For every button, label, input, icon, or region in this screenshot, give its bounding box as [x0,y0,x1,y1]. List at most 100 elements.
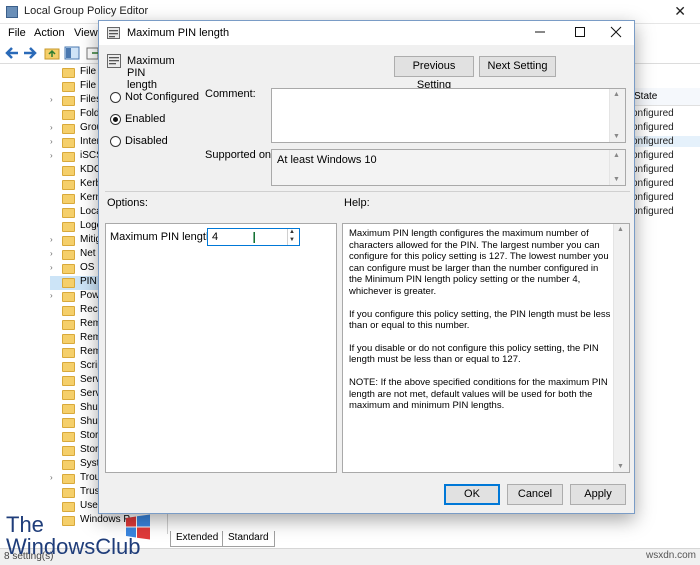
folder-icon [62,488,75,498]
folder-icon [62,348,75,358]
editor-title: Local Group Policy Editor [24,5,149,17]
policy-setting-icon [107,54,121,68]
up-folder-icon[interactable] [44,46,60,60]
folder-icon [62,432,75,442]
minimize-icon[interactable] [533,25,547,39]
folder-icon [62,334,75,344]
state-cell: onfigured [632,206,674,217]
menu-view[interactable]: View [74,27,98,39]
cancel-button[interactable]: Cancel [507,484,563,505]
column-header-state[interactable]: State [628,88,700,106]
state-cell: onfigured [632,136,700,147]
folder-icon [62,208,75,218]
divider [105,191,630,192]
state-cell: onfigured [632,108,674,119]
comment-scrollbar[interactable]: ▲ ▼ [609,89,625,142]
scroll-up-icon[interactable]: ▲ [617,226,624,233]
scroll-down-icon[interactable]: ▼ [613,133,620,140]
help-panel[interactable]: Maximum PIN length configures the maximu… [342,223,630,473]
previous-setting-button[interactable]: Previous Setting [394,56,474,91]
folder-icon [62,390,75,400]
options-panel: Maximum PIN length 4 I ▲ ▼ [105,223,337,473]
folder-icon [62,474,75,484]
forward-arrow-icon[interactable] [22,46,38,60]
folder-icon [62,68,75,78]
close-icon[interactable] [609,25,623,39]
folder-icon [62,362,75,372]
radio-circle[interactable] [110,136,121,147]
windows-logo-icon [126,514,150,540]
view-tabs: Extended Standard [168,530,700,548]
folder-icon [62,320,75,330]
expand-chevron-icon[interactable]: › [50,151,53,160]
supported-on-field: At least Windows 10 ▲ ▼ [271,149,626,186]
supported-scrollbar[interactable]: ▲ ▼ [609,150,625,185]
folder-icon [62,418,75,428]
folder-icon [62,250,75,260]
expand-chevron-icon[interactable]: › [50,137,53,146]
radio-circle[interactable] [110,92,121,103]
folder-icon [62,404,75,414]
scroll-up-icon[interactable]: ▲ [613,91,620,98]
expand-chevron-icon[interactable]: › [50,291,53,300]
options-label: Options: [107,197,148,209]
folder-icon [62,124,75,134]
state-cell: onfigured [632,164,674,175]
folder-icon [62,82,75,92]
editor-close-icon[interactable]: ✕ [674,3,686,20]
policy-editor-icon [6,6,18,18]
folder-icon [62,446,75,456]
show-hide-tree-icon[interactable] [64,46,80,60]
expand-chevron-icon[interactable]: › [50,95,53,104]
scroll-down-icon[interactable]: ▼ [613,176,620,183]
maximize-icon[interactable] [573,25,587,39]
apply-button[interactable]: Apply [570,484,626,505]
help-scrollbar[interactable]: ▲ ▼ [613,224,629,472]
folder-icon [62,194,75,204]
help-label: Help: [344,197,370,209]
tab-extended[interactable]: Extended [170,531,225,547]
folder-icon [62,110,75,120]
folder-icon [62,236,75,246]
max-pin-length-spinner[interactable]: 4 I ▲ ▼ [207,228,300,247]
text-cursor-icon: I [252,229,257,247]
menu-action[interactable]: Action [34,27,65,39]
spin-down-icon[interactable]: ▼ [289,237,295,243]
folder-icon [62,152,75,162]
policy-setting-icon [107,27,120,39]
menu-file[interactable]: File [8,27,26,39]
state-cell: onfigured [632,150,674,161]
max-pin-length-value: 4 [212,231,219,243]
folder-icon [62,222,75,232]
expand-chevron-icon[interactable]: › [50,235,53,244]
expand-chevron-icon[interactable]: › [50,123,53,132]
option-field-label: Maximum PIN length [110,231,213,243]
scroll-down-icon[interactable]: ▼ [617,463,624,470]
spinner-buttons[interactable]: ▲ ▼ [287,229,299,245]
supported-on-value: At least Windows 10 [277,154,377,166]
expand-chevron-icon[interactable]: › [50,263,53,272]
folder-icon [62,502,75,512]
next-setting-button[interactable]: Next Setting [479,56,556,77]
spin-up-icon[interactable]: ▲ [289,229,295,235]
folder-icon [62,376,75,386]
folder-icon [62,96,75,106]
back-arrow-icon[interactable] [4,46,20,60]
watermark-text: wsxdn.com [645,550,696,561]
radio-circle-selected[interactable] [110,114,121,125]
comment-textarea[interactable]: ▲ ▼ [271,88,626,143]
folder-icon [62,306,75,316]
windowsclub-logo: The WindowsClub [6,512,156,562]
ok-button[interactable]: OK [444,484,500,505]
folder-icon [62,292,75,302]
folder-icon [62,264,75,274]
setting-name: Maximum PIN length [127,55,175,91]
tab-standard[interactable]: Standard [222,531,275,547]
state-cell: onfigured [632,122,674,133]
supported-on-label: Supported on: [205,149,275,161]
expand-chevron-icon[interactable]: › [50,473,53,482]
policy-setting-dialog: Maximum PIN length Maximum PIN length Pr… [98,20,635,514]
dialog-title: Maximum PIN length [127,27,230,39]
expand-chevron-icon[interactable]: › [50,249,53,258]
scroll-up-icon[interactable]: ▲ [613,152,620,159]
